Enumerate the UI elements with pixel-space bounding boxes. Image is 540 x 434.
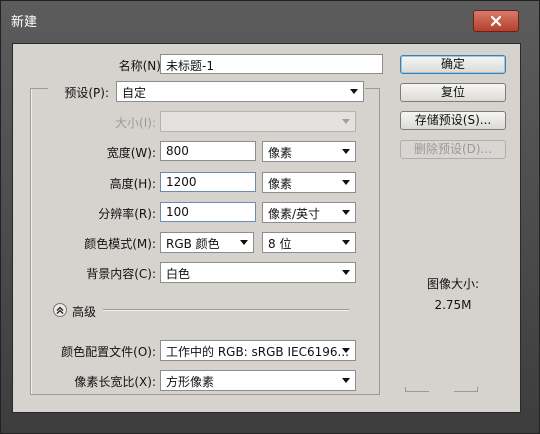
height-label: 高度(H): — [109, 177, 156, 191]
chevron-down-icon — [342, 240, 350, 245]
corner-mark — [405, 387, 406, 392]
chevron-down-icon — [342, 378, 350, 383]
color-mode-select[interactable]: RGB 颜色 — [160, 232, 254, 253]
height-unit-select[interactable]: 像素 — [262, 172, 356, 193]
corner-mark — [454, 391, 478, 392]
chevron-down-icon — [342, 149, 350, 154]
frame-right — [379, 88, 380, 395]
size-select — [160, 111, 356, 132]
pixel-aspect-select[interactable]: 方形像素 — [160, 370, 356, 391]
resolution-input[interactable]: 100 — [160, 202, 256, 222]
resolution-unit-select[interactable]: 像素/英寸 — [262, 202, 356, 223]
close-button[interactable] — [473, 10, 519, 32]
frame-bottom — [30, 394, 380, 395]
new-document-dialog: 新建 名称(N): 未标题-1 预设(P): 自定 大小(I): 宽度(W): … — [0, 0, 540, 434]
color-profile-value: 工作中的 RGB: sRGB IEC6196... — [166, 345, 349, 359]
frame-left-highlight — [31, 88, 32, 395]
collapse-icon — [56, 303, 64, 317]
name-input[interactable]: 未标题-1 — [160, 54, 383, 74]
preset-value: 自定 — [122, 86, 147, 100]
pixel-aspect-label: 像素长宽比(X): — [74, 375, 156, 389]
reset-button[interactable]: 复位 — [400, 83, 506, 102]
width-input[interactable]: 800 — [160, 141, 256, 161]
dialog-body: 名称(N): 未标题-1 预设(P): 自定 大小(I): 宽度(W): 800… — [12, 43, 521, 413]
bit-depth-select[interactable]: 8 位 — [262, 232, 356, 253]
height-input[interactable]: 1200 — [160, 172, 256, 192]
pixel-aspect-value: 方形像素 — [166, 375, 215, 389]
color-mode-label: 颜色模式(M): — [84, 237, 156, 251]
color-profile-label: 颜色配置文件(O): — [61, 345, 156, 359]
preset-select[interactable]: 自定 — [116, 81, 364, 102]
dialog-title: 新建 — [11, 15, 38, 30]
width-unit-select[interactable]: 像素 — [262, 141, 356, 162]
delete-preset-button: 删除预设(D)... — [400, 140, 506, 159]
color-profile-select[interactable]: 工作中的 RGB: sRGB IEC6196... — [160, 340, 356, 361]
advanced-separator-highlight — [103, 310, 349, 311]
background-select[interactable]: 白色 — [160, 262, 356, 283]
save-preset-button[interactable]: 存储预设(S)... — [400, 111, 506, 130]
width-label: 宽度(W): — [106, 146, 156, 160]
name-label: 名称(N): — [118, 59, 165, 73]
preset-label: 预设(P): — [62, 84, 111, 101]
close-icon — [490, 15, 502, 27]
frame-top-left — [30, 88, 48, 89]
background-value: 白色 — [166, 267, 191, 281]
width-unit-value: 像素 — [268, 146, 293, 160]
color-mode-value: RGB 颜色 — [166, 237, 220, 251]
resolution-unit-value: 像素/英寸 — [268, 207, 321, 221]
advanced-label: 高级 — [72, 305, 97, 319]
title-bar[interactable]: 新建 — [1, 1, 539, 37]
chevron-down-icon — [342, 348, 350, 353]
advanced-toggle[interactable] — [53, 303, 67, 317]
chevron-down-icon — [342, 210, 350, 215]
ok-button[interactable]: 确定 — [400, 55, 506, 74]
resolution-label: 分辨率(R): — [98, 207, 156, 221]
corner-mark — [477, 387, 478, 392]
image-size-label: 图像大小: — [426, 277, 480, 291]
corner-mark — [405, 391, 429, 392]
chevron-down-icon — [342, 119, 350, 124]
image-size-value: 2.75M — [434, 298, 472, 312]
chevron-down-icon — [240, 240, 248, 245]
frame-top-right — [365, 88, 380, 89]
chevron-down-icon — [350, 89, 358, 94]
chevron-down-icon — [342, 180, 350, 185]
height-unit-value: 像素 — [268, 177, 293, 191]
background-label: 背景内容(C): — [86, 267, 156, 281]
bit-depth-value: 8 位 — [268, 237, 292, 251]
chevron-down-icon — [342, 270, 350, 275]
size-label: 大小(I): — [115, 116, 156, 130]
